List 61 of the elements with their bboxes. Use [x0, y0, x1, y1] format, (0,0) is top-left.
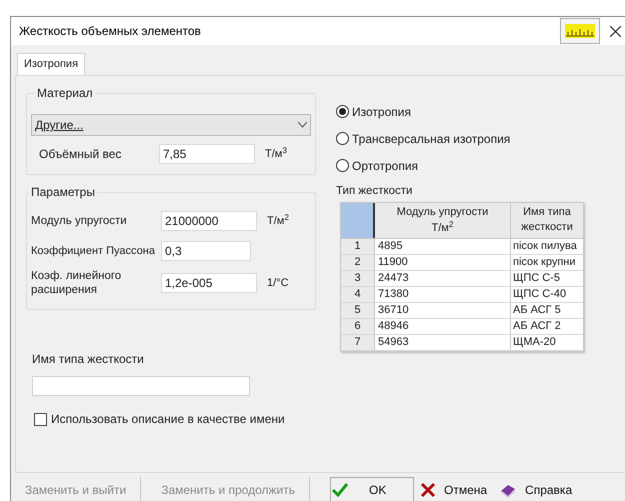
check-icon [330, 482, 349, 498]
table-cell: 48946 [375, 319, 511, 334]
checkbox[interactable] [34, 412, 47, 426]
field-label: Имя типа жесткости [32, 351, 144, 368]
table-cell: 24473 [375, 271, 511, 286]
close-icon [610, 26, 620, 36]
row-number: 1 [341, 239, 375, 254]
table-cell-text: ЩПС С-5 [512, 271, 561, 286]
table-cell-text: ЩПС С-40 [512, 287, 568, 302]
tab[interactable]: Изотропия [17, 53, 86, 75]
row-number: 3 [341, 271, 375, 286]
table-cell-text: ЩМА-20 [512, 335, 557, 350]
table-cell-text: АБ АСГ 2 [512, 319, 562, 334]
input-field[interactable]: 1,2e-005 [161, 273, 257, 293]
window-title: Жесткость объемных элементов [19, 23, 201, 40]
ruler-icon [565, 24, 595, 38]
group-title: Параметры [30, 184, 96, 201]
table-cell-text: пісок крупни [512, 255, 576, 270]
group-title: Материал [36, 85, 94, 102]
field-label: Объёмный вес [39, 146, 122, 163]
unit-label: Т/м$^{3}$ [265, 146, 287, 162]
unit-label: 1/°C [267, 276, 289, 291]
ruler-button[interactable] [560, 18, 600, 44]
cross-icon [420, 482, 436, 498]
ok-button[interactable]: OK [330, 477, 414, 501]
table-cell: 36710 [375, 303, 511, 318]
input-field[interactable]: 7,85 [159, 144, 255, 164]
table-cell: 54963 [375, 335, 511, 350]
radio-button[interactable] [336, 159, 349, 172]
unit-label: Т/м$^{2}$ [267, 212, 289, 229]
row-number: 6 [341, 319, 375, 334]
chevron-down-icon [298, 122, 307, 128]
table-cell: 71380 [375, 287, 511, 302]
row-number: 7 [341, 335, 375, 350]
table-cell-text: пісок пилува [512, 239, 578, 254]
row-number: 5 [341, 303, 375, 318]
row-number: 4 [341, 287, 375, 302]
help-button[interactable]: Справка [493, 477, 578, 501]
corner-header [341, 203, 375, 238]
input-field[interactable] [32, 376, 250, 396]
field-label: Коэффициент Пуассона [31, 244, 156, 259]
radio-button[interactable] [336, 132, 349, 145]
row-number: 2 [341, 255, 375, 270]
cancel-button[interactable]: Отмена [414, 477, 494, 501]
table-cell: 4895 [375, 239, 511, 254]
radio-label: Ортотропия [352, 158, 418, 174]
radio-label: Трансверсальная изотропия [352, 130, 510, 148]
input-field[interactable]: 21000000 [161, 211, 257, 231]
radio-label: Изотропия [352, 104, 411, 120]
table-cell: 11900 [375, 255, 511, 270]
checkbox-label: Использовать описание в качестве имени [51, 411, 285, 428]
radio-button[interactable] [336, 105, 349, 118]
book-icon [499, 482, 518, 498]
table-cell-text: АБ АСГ 5 [512, 303, 562, 318]
field-label: Коэф. линейного расширения [31, 269, 122, 297]
table-title: Тип жесткости [336, 184, 414, 199]
input-field[interactable]: 0,3 [161, 241, 251, 261]
column-header: Имя типа жесткости [511, 203, 583, 238]
field-label: Модуль упругости [31, 214, 128, 228]
column-header: Модуль упругости Т/м$^{2}$ [375, 203, 511, 238]
dropdown[interactable]: Другие... [31, 114, 311, 136]
